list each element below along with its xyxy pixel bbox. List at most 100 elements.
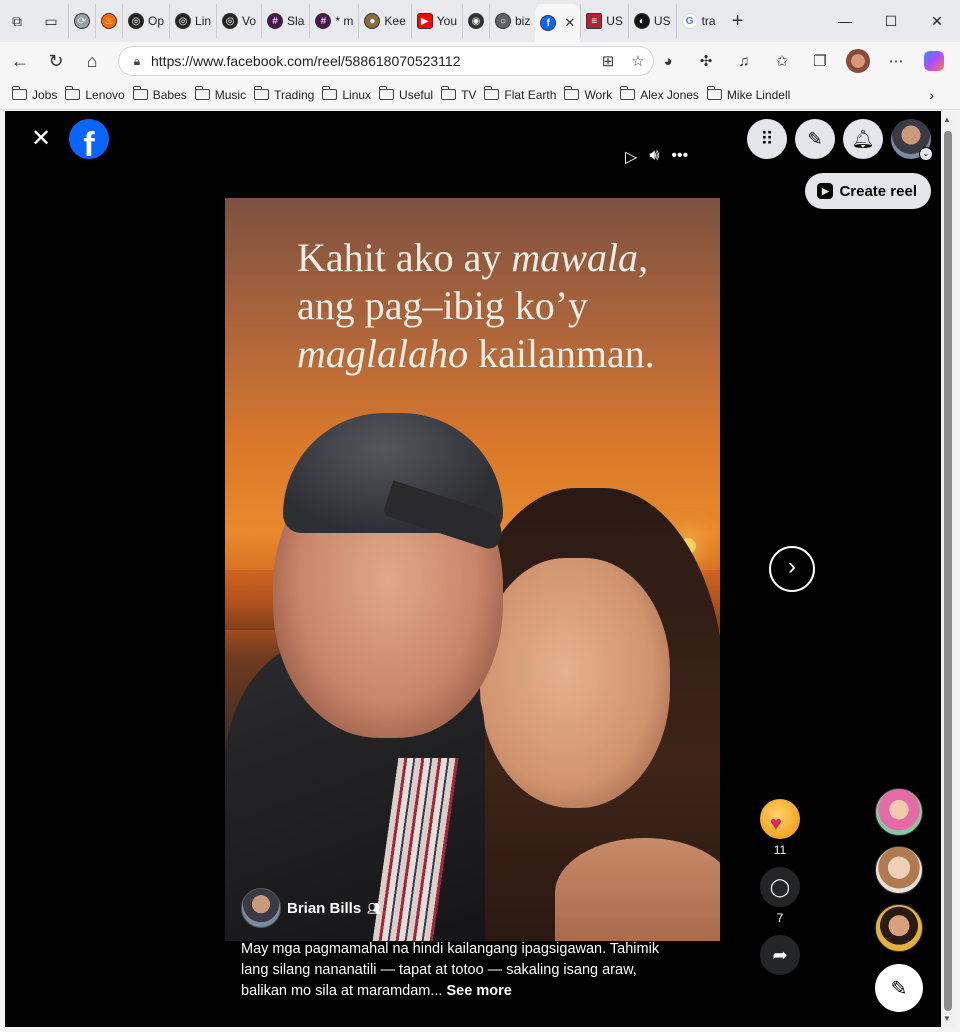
- fire-icon: ♨: [101, 13, 117, 29]
- folder-icon: [379, 86, 395, 100]
- bookmark-folder[interactable]: Trading: [254, 86, 322, 102]
- more-options-icon[interactable]: ⋯: [878, 43, 914, 79]
- close-tab-icon[interactable]: ✕: [564, 15, 575, 31]
- refresh-icon[interactable]: ↻: [38, 43, 74, 79]
- favorites-icon[interactable]: ✩: [764, 43, 800, 79]
- tab[interactable]: Gtra: [675, 4, 721, 38]
- reel-author[interactable]: Brian Bills 👥︎: [241, 888, 381, 928]
- contact-avatar[interactable]: [875, 788, 923, 836]
- messenger-icon[interactable]: ✎: [795, 119, 835, 159]
- video-controls: ▷ 🔊︎ •••: [625, 147, 688, 167]
- author-avatar[interactable]: [241, 888, 281, 928]
- lock-icon[interactable]: 🔒︎: [123, 54, 151, 69]
- tab[interactable]: ≡ US: [580, 4, 628, 38]
- close-window-icon[interactable]: ✕: [914, 13, 960, 30]
- tab[interactable]: ♨: [95, 4, 122, 38]
- see-more-link[interactable]: See more: [447, 983, 512, 999]
- notifications-bell-icon[interactable]: 🔔︎: [843, 119, 883, 159]
- bookmark-folder[interactable]: Work: [564, 86, 620, 102]
- bookmark-folder[interactable]: Useful: [379, 86, 441, 102]
- bookmark-folder[interactable]: Linux: [322, 86, 379, 102]
- tab[interactable]: ◎ Op: [122, 4, 169, 38]
- openai-icon: ◎: [175, 13, 192, 29]
- favorite-star-icon[interactable]: ☆: [623, 52, 653, 70]
- tab[interactable]: ◎ Lin: [169, 4, 216, 38]
- bookmarks-overflow-icon[interactable]: ›: [929, 87, 934, 103]
- tab[interactable]: ◉: [462, 4, 489, 38]
- bookmark-folder[interactable]: Music: [194, 86, 254, 102]
- folder-icon: [441, 86, 457, 100]
- tab-active-facebook[interactable]: f ✕: [535, 4, 581, 42]
- bookmark-folder[interactable]: Jobs: [12, 86, 65, 102]
- create-reel-button[interactable]: ▶ Create reel: [805, 173, 931, 209]
- bookmark-folder[interactable]: TV: [441, 86, 484, 102]
- copilot-icon[interactable]: [916, 43, 952, 79]
- bookmark-folder[interactable]: Lenovo: [65, 86, 132, 102]
- minimize-icon[interactable]: —: [822, 13, 868, 30]
- bookmark-folder[interactable]: Mike Lindell: [706, 86, 798, 102]
- comment-count[interactable]: 7: [777, 911, 784, 925]
- share-icon[interactable]: ➦: [760, 935, 800, 975]
- reel-video[interactable]: Kahit ako ay mawala, ang pag–ibig ko’y m…: [225, 198, 720, 941]
- tab[interactable]: ○ biz: [489, 4, 535, 38]
- extensions-icon[interactable]: ✣: [688, 43, 724, 79]
- tab[interactable]: ◐ US: [627, 4, 676, 38]
- next-reel-button[interactable]: ›: [769, 546, 815, 592]
- page-scrollbar[interactable]: ▲ ▼: [941, 111, 955, 1027]
- tab[interactable]: # Sla: [261, 4, 309, 38]
- tab[interactable]: ⟳: [68, 4, 95, 38]
- scrollbar-thumb[interactable]: [944, 131, 952, 1011]
- tab-actions-icon[interactable]: ▭: [34, 4, 68, 38]
- media-control-icon[interactable]: ♫: [726, 43, 762, 79]
- tab[interactable]: ◎ Vo: [216, 4, 261, 38]
- address-bar[interactable]: 🔒︎ https://www.facebook.com/reel/5886180…: [118, 46, 654, 76]
- profile-avatar[interactable]: [840, 43, 876, 79]
- app-available-icon[interactable]: ⊞: [593, 52, 623, 70]
- tab[interactable]: # * m: [309, 4, 358, 38]
- new-tab-button[interactable]: +: [721, 10, 755, 33]
- woman-face: [480, 558, 670, 808]
- maximize-icon[interactable]: ☐: [868, 13, 914, 30]
- back-icon[interactable]: ←: [2, 43, 38, 79]
- folder-icon: [254, 86, 270, 100]
- url-text[interactable]: https://www.facebook.com/reel/5886180705…: [151, 53, 593, 69]
- quote-line-3: maglalaho kailanman.: [297, 330, 697, 378]
- openai-icon: ◎: [128, 13, 144, 29]
- comment-icon[interactable]: ◯: [760, 867, 800, 907]
- contacts-column: ✎: [875, 788, 923, 1012]
- new-message-compose-icon[interactable]: ✎: [875, 964, 923, 1012]
- workspaces-icon[interactable]: ⧉: [0, 4, 34, 38]
- header-actions: ⠿ ✎ 🔔︎ ⌄: [747, 119, 933, 161]
- tab[interactable]: ● Kee: [358, 4, 410, 38]
- play-icon[interactable]: ▷: [625, 147, 637, 167]
- volume-icon[interactable]: 🔊︎: [649, 147, 659, 167]
- contact-avatar[interactable]: [875, 846, 923, 894]
- close-icon[interactable]: ✕: [27, 125, 55, 153]
- reaction-count[interactable]: 11: [774, 843, 786, 857]
- menu-grid-icon[interactable]: ⠿: [747, 119, 787, 159]
- more-options-icon[interactable]: •••: [671, 147, 688, 167]
- extension-cookie-icon[interactable]: ◕: [650, 43, 686, 79]
- loading-icon: ⟳: [74, 13, 90, 29]
- tab[interactable]: ▶ You: [410, 4, 462, 38]
- home-icon[interactable]: ⌂: [74, 43, 110, 79]
- quote-text-italic: maglalaho: [297, 331, 469, 376]
- facebook-logo[interactable]: f: [69, 119, 109, 159]
- browser-window: ⧉ ▭ ⟳ ♨ ◎ Op ◎ Lin ◎ Vo # Sla # * m ● Kee ▶ You…: [0, 0, 960, 1032]
- bookmark-folder[interactable]: Flat Earth: [484, 86, 564, 102]
- tab-label: tra: [701, 14, 716, 28]
- bookmark-label: TV: [461, 87, 477, 102]
- contact-avatar[interactable]: [875, 904, 923, 952]
- scroll-up-icon[interactable]: ▲: [943, 115, 951, 124]
- collections-icon[interactable]: ❐: [802, 43, 838, 79]
- care-reaction-icon[interactable]: [760, 799, 800, 839]
- quote-text: Kahit ako ay: [297, 235, 512, 280]
- account-avatar[interactable]: ⌄: [891, 119, 933, 161]
- scroll-down-icon[interactable]: ▼: [943, 1014, 951, 1023]
- bookmarks-bar: Jobs Lenovo Babes Music Trading Linux Us…: [0, 80, 960, 110]
- bookmark-folder[interactable]: Alex Jones: [620, 86, 707, 102]
- author-name[interactable]: Brian Bills: [287, 900, 361, 917]
- quote-line-2: ang pag–ibig ko’y: [297, 283, 589, 328]
- bookmark-folder[interactable]: Babes: [132, 86, 195, 102]
- folder-icon: [706, 86, 722, 100]
